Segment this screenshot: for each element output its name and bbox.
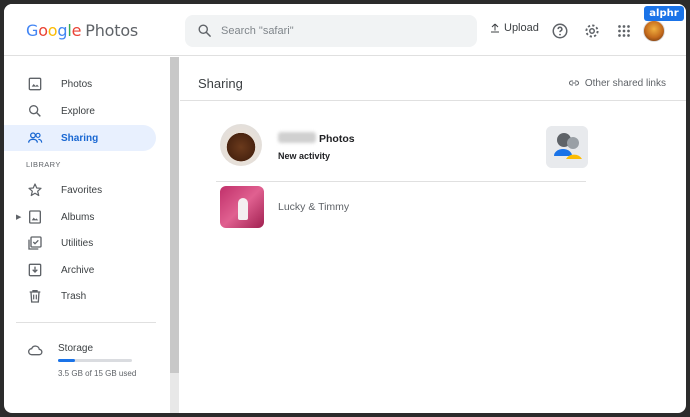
link-icon <box>568 80 579 86</box>
sharing-main-panel: Sharing Other shared links Photos New ac… <box>180 57 686 413</box>
sidebar-item-label: Explore <box>61 105 95 117</box>
star-icon <box>28 183 42 197</box>
upload-label: Upload <box>504 22 539 34</box>
storage-progress-bar <box>58 359 132 362</box>
shared-item-row[interactable]: Photos New activity <box>216 124 588 176</box>
storage-usage-text: 3.5 GB of 15 GB used <box>58 369 137 378</box>
sidebar-item-label: Photos <box>61 78 93 90</box>
search-icon <box>198 24 211 37</box>
shared-item-subtitle: New activity <box>278 151 331 161</box>
shared-item-title: Lucky & Timmy <box>278 201 350 213</box>
people-icon <box>28 132 43 143</box>
google-photos-logo[interactable]: Google Photos <box>26 21 138 40</box>
help-icon[interactable] <box>551 22 569 40</box>
archive-icon <box>28 263 42 277</box>
header-divider <box>180 100 686 101</box>
photo-icon <box>28 77 42 91</box>
other-shared-links-label: Other shared links <box>584 77 666 89</box>
settings-gear-icon[interactable] <box>583 22 601 40</box>
storage-label[interactable]: Storage <box>58 343 93 354</box>
logo-letter: o <box>38 21 48 40</box>
sidebar-item-label: Sharing <box>61 132 99 144</box>
sidebar-divider <box>16 322 156 323</box>
sidebar-item-favorites[interactable]: Favorites <box>14 177 156 203</box>
sidebar-item-label: Archive <box>61 264 95 276</box>
logo-letter: G <box>26 21 39 40</box>
sidebar-item-label: Albums <box>61 211 95 223</box>
blurred-name <box>278 132 316 143</box>
sidebar-item-explore[interactable]: Explore <box>14 98 156 124</box>
search-icon <box>28 105 41 117</box>
search-input[interactable] <box>221 15 461 47</box>
logo-product-text: Photos <box>85 21 139 40</box>
shared-item-row[interactable]: Lucky & Timmy <box>216 181 586 229</box>
storage-progress-fill <box>58 359 76 362</box>
shared-album-thumbnail <box>220 124 262 166</box>
album-icon <box>29 210 41 224</box>
sidebar-item-sharing[interactable]: Sharing <box>4 125 156 151</box>
top-bar: GooglePhotos Upload <box>4 4 686 56</box>
shared-album-thumbnail <box>220 186 264 228</box>
sidebar-item-label: Utilities <box>61 237 94 249</box>
sidebar-item-trash[interactable]: Trash <box>14 283 156 309</box>
upload-button[interactable]: Upload <box>489 22 539 34</box>
search-bar[interactable] <box>185 15 477 47</box>
trash-icon <box>29 290 41 303</box>
logo-letter: o <box>47 21 58 40</box>
logo-google-text: Google <box>26 21 81 40</box>
sidebar-item-label: Trash <box>61 290 87 302</box>
shared-item-title: Photos <box>319 133 355 145</box>
apps-grid-icon[interactable] <box>615 22 633 40</box>
sidebar-item-photos[interactable]: Photos <box>14 71 156 97</box>
cloud-icon <box>28 345 43 356</box>
sidebar-item-utilities[interactable]: Utilities <box>14 230 156 256</box>
thumbnail-figure <box>238 198 248 220</box>
sidebar-item-label: Favorites <box>61 184 103 196</box>
sidebar-item-albums[interactable]: Albums <box>14 204 156 230</box>
account-avatar[interactable] <box>643 20 665 42</box>
page-title: Sharing <box>198 76 243 91</box>
library-section-label: LIBRARY <box>26 160 61 169</box>
checklist-icon <box>28 236 42 250</box>
activity-preview-thumbnail <box>546 126 588 168</box>
app-window: GooglePhotos Upload <box>4 4 686 413</box>
watermark-badge: alphr <box>644 6 684 21</box>
logo-letter: g <box>57 21 68 40</box>
logo-letter: e <box>71 21 82 40</box>
sidebar-scrollbar-thumb[interactable] <box>170 57 179 373</box>
upload-icon <box>491 23 499 33</box>
other-shared-links-button[interactable]: Other shared links <box>568 77 666 89</box>
sidebar: Photos Explore Sharing LIBRARY Favorites <box>4 57 170 413</box>
sidebar-item-archive[interactable]: Archive <box>14 257 156 283</box>
